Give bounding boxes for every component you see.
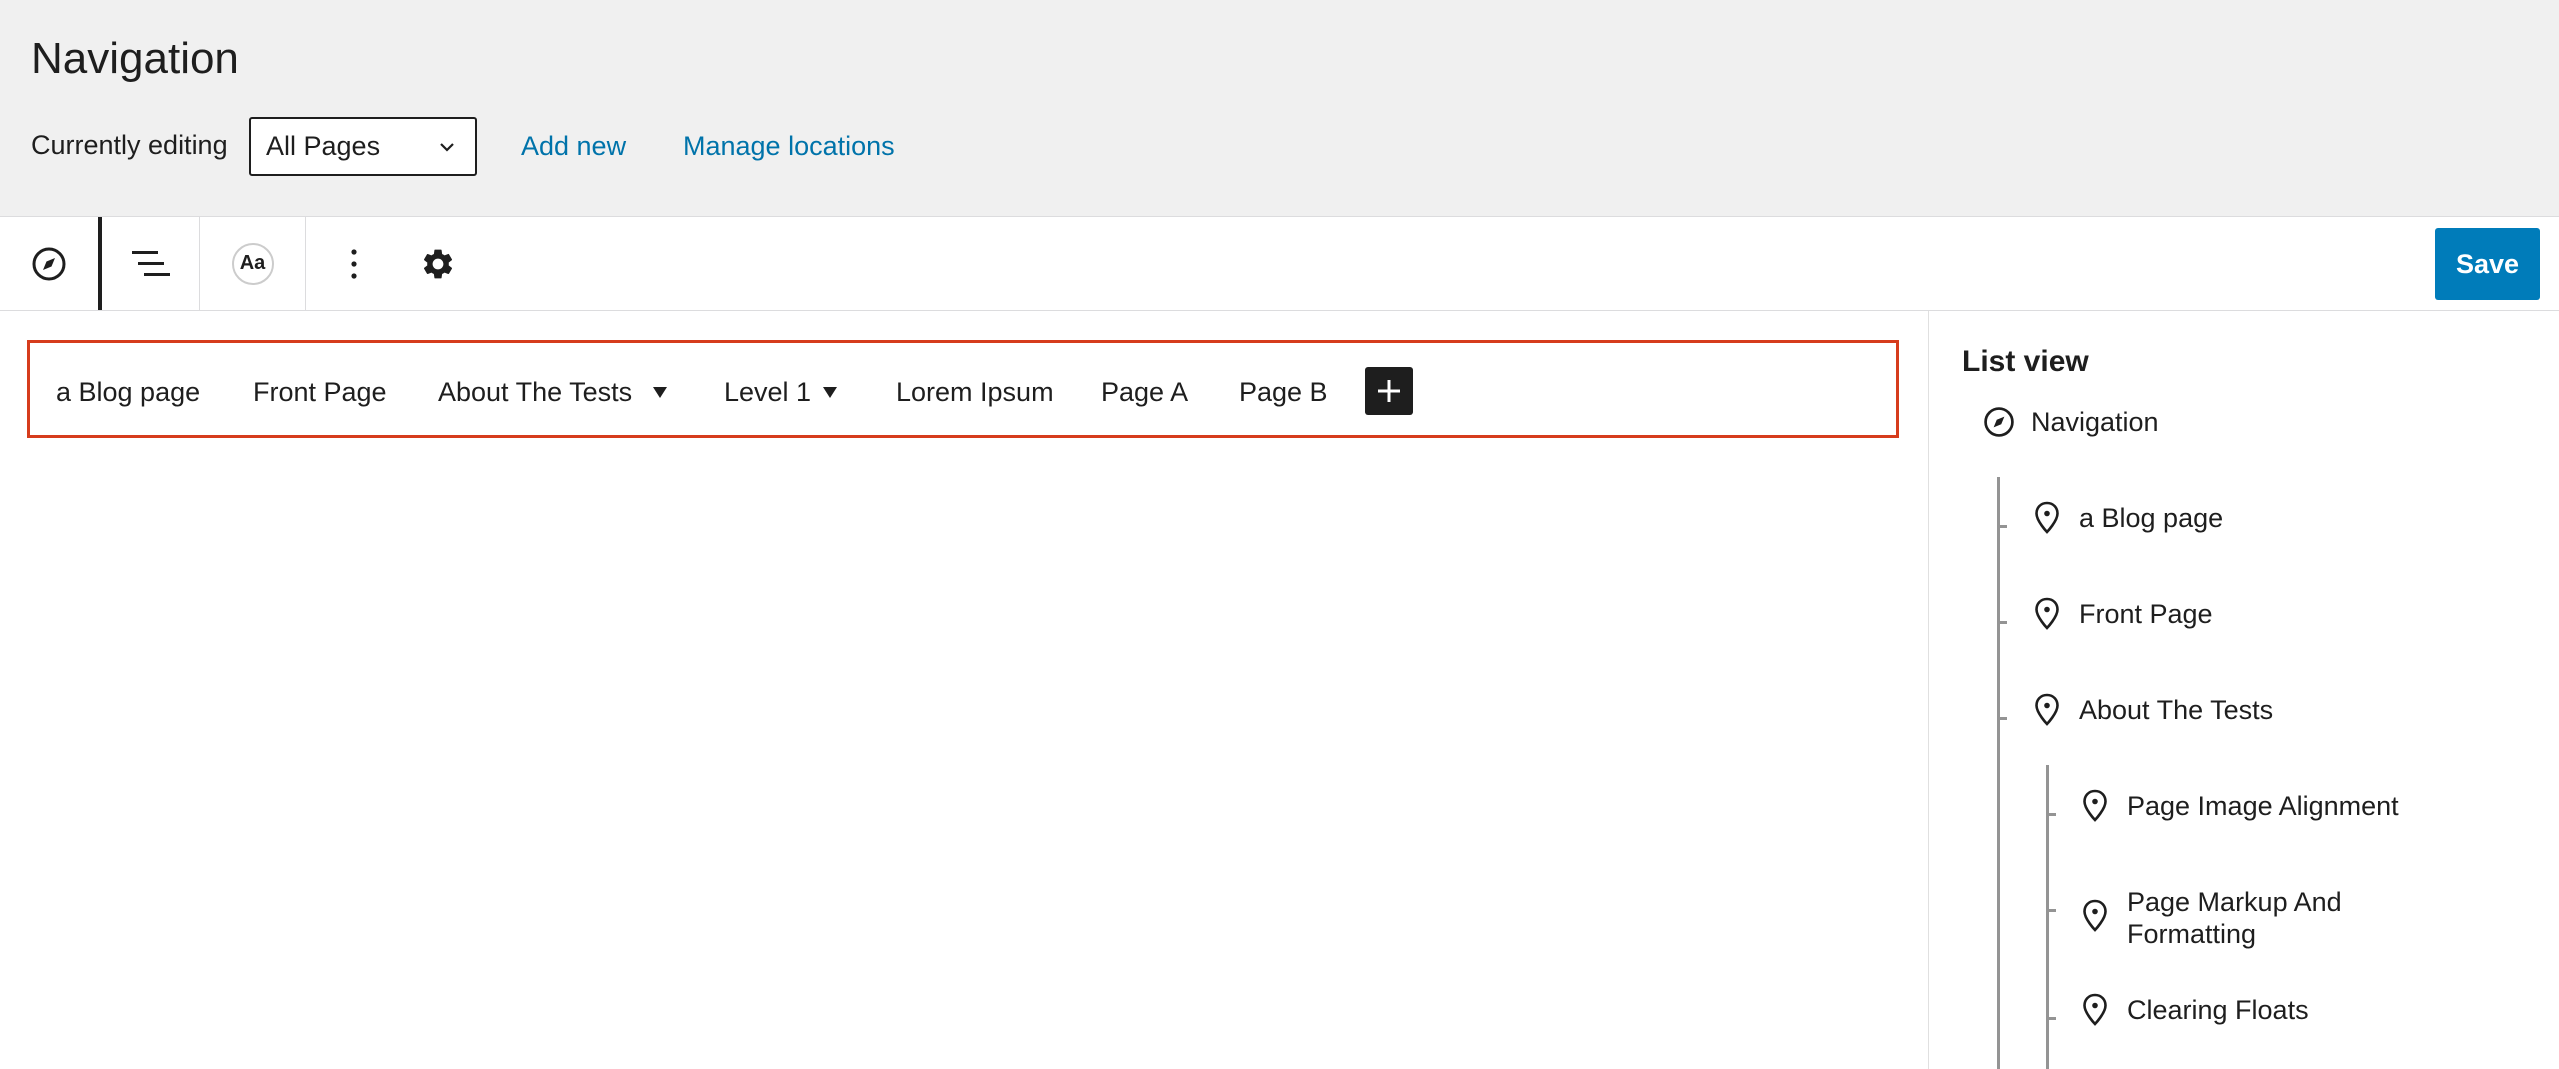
- save-button[interactable]: Save: [2435, 228, 2540, 300]
- map-marker-icon: [2077, 898, 2113, 934]
- tree-tick: [2049, 813, 2056, 816]
- list-view-item-clearing-floats[interactable]: Clearing Floats: [2077, 992, 2309, 1028]
- list-view-item-label: Clearing Floats: [2127, 995, 2309, 1025]
- navigation-block[interactable]: a Blog page Front Page About The Tests L…: [27, 340, 1899, 438]
- list-view-item-label: Page Image Alignment: [2127, 791, 2399, 821]
- submenu-arrow-icon[interactable]: [653, 387, 667, 398]
- map-marker-icon: [2029, 500, 2065, 536]
- nav-item-front-page[interactable]: Front Page: [253, 377, 387, 408]
- gear-icon: [423, 249, 453, 278]
- map-marker-icon: [2077, 788, 2113, 824]
- page-header: Navigation Currently editing All Pages A…: [0, 0, 2559, 216]
- tree-line: [2046, 765, 2049, 1069]
- page-title: Navigation: [31, 34, 239, 83]
- more-vertical-icon: [351, 248, 357, 279]
- more-options-button[interactable]: [306, 217, 402, 310]
- manage-locations-link[interactable]: Manage locations: [683, 131, 895, 162]
- block-navigation-button[interactable]: [0, 217, 98, 310]
- editor-toolbar: Aa Save: [0, 216, 2559, 311]
- typography-label: Aa: [239, 252, 266, 274]
- map-marker-icon: [2077, 992, 2113, 1028]
- list-view-item-label: About The Tests: [2079, 695, 2274, 725]
- list-view-item-front-page[interactable]: Front Page: [2029, 596, 2213, 632]
- tree-line: [1997, 477, 2000, 1069]
- add-new-link[interactable]: Add new: [521, 131, 626, 162]
- nav-item-page-a[interactable]: Page A: [1101, 377, 1188, 408]
- compass-icon: [1981, 404, 2017, 440]
- list-view-button[interactable]: [102, 217, 199, 310]
- tree-tick: [2000, 525, 2007, 528]
- tree-tick: [2049, 1017, 2056, 1020]
- map-marker-icon: [2029, 692, 2065, 728]
- list-view-icon: [131, 250, 170, 276]
- list-view-item-a-blog-page[interactable]: a Blog page: [2029, 500, 2223, 536]
- plus-icon: [1378, 380, 1400, 402]
- currently-editing-label: Currently editing: [31, 130, 228, 160]
- settings-button[interactable]: [402, 217, 474, 310]
- list-view-panel: List view Navigation a Blog page Front P…: [1928, 311, 2559, 1069]
- list-view-item-label: Navigation: [2031, 407, 2159, 437]
- list-view-item-page-image-alignment[interactable]: Page Image Alignment: [2077, 788, 2399, 824]
- tree-tick: [2000, 621, 2007, 624]
- list-view-item-page-markup-and-formatting[interactable]: Page Markup And Formatting: [2077, 884, 2437, 950]
- nav-item-lorem-ipsum[interactable]: Lorem Ipsum: [896, 377, 1054, 408]
- list-view-item-label: Front Page: [2079, 599, 2213, 629]
- map-marker-icon: [2029, 596, 2065, 632]
- chevron-down-icon: [440, 143, 454, 152]
- tree-tick: [2000, 717, 2007, 720]
- menu-select[interactable]: All Pages: [249, 117, 477, 176]
- list-view-item-label: a Blog page: [2079, 503, 2224, 533]
- add-block-button[interactable]: [1365, 367, 1413, 415]
- nav-item-a-blog-page[interactable]: a Blog page: [56, 377, 200, 408]
- list-view-item-about-the-tests[interactable]: About The Tests: [2029, 692, 2273, 728]
- tree-tick: [2049, 909, 2056, 912]
- typography-button[interactable]: Aa: [200, 217, 305, 310]
- nav-item-level-1[interactable]: Level 1: [724, 377, 811, 408]
- compass-icon: [32, 247, 66, 280]
- nav-item-about-the-tests[interactable]: About The Tests: [438, 377, 632, 408]
- list-view-title: List view: [1962, 345, 2089, 378]
- menu-select-value: All Pages: [266, 131, 381, 161]
- nav-item-page-b[interactable]: Page B: [1239, 377, 1328, 408]
- list-view-item-label: Page Markup And Formatting: [2127, 887, 2342, 949]
- list-view-item-navigation[interactable]: Navigation: [1981, 404, 2159, 440]
- submenu-arrow-icon[interactable]: [823, 387, 837, 398]
